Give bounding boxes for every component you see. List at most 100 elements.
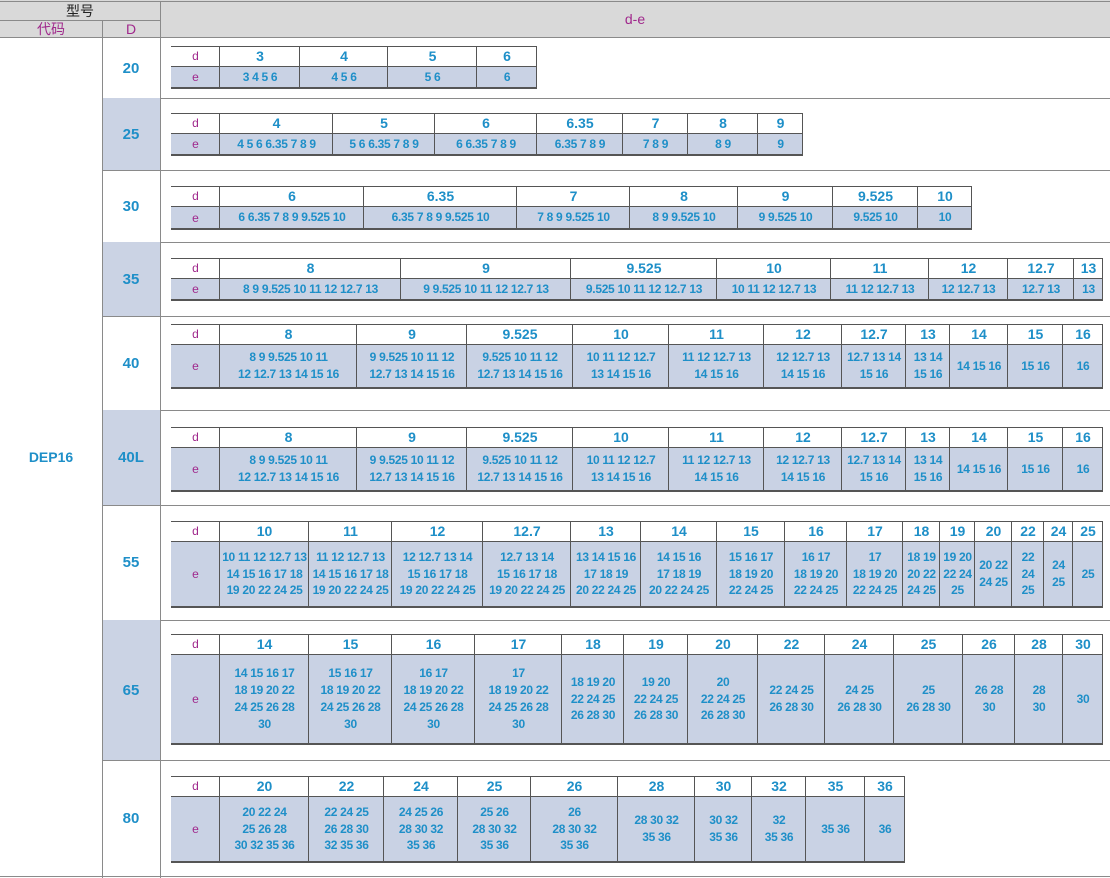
d-value-cell: 8 — [680, 188, 688, 204]
e-row-label: e — [192, 462, 199, 476]
e-values-cell: 19 20 22 24 25 — [943, 549, 972, 598]
e-values-cell: 15 16 17 18 19 20 22 24 25 26 28 30 — [320, 666, 381, 731]
de-subtable: de 4 4 5 6 6.35 7 8 9 5 5 6 6.35 7 8 9 6 6 6.3… — [171, 113, 803, 156]
d-value-cell: 7 — [569, 188, 578, 204]
e-values-cell: 13 — [1082, 281, 1095, 296]
d-value-cell: 28 — [1031, 636, 1047, 652]
e-values-cell: 11 12 12.7 13 14 15 16 — [682, 453, 751, 484]
e-values-cell: 12 12.7 13 — [941, 281, 996, 296]
e-values-cell: 32 35 36 — [764, 813, 794, 844]
d-value-cell: 9 — [482, 260, 490, 276]
d-value-cell: 36 — [877, 778, 893, 794]
de-subtable: de 8 8 9 9.525 10 11 12 12.7 13 9 9 9.525 10… — [171, 258, 1103, 301]
e-values-cell: 15 16 — [1021, 358, 1050, 373]
d-value-cell: 20 — [715, 636, 731, 652]
e-values-cell: 9 9.525 10 11 12 12.7 13 — [423, 281, 549, 296]
row-D-value: 80 — [122, 809, 140, 827]
d-value-cell: 16 — [1075, 326, 1091, 342]
header-code: 代码 — [37, 20, 65, 37]
e-values-cell: 5 6 — [424, 69, 441, 84]
subtable-bottom-line — [171, 87, 537, 89]
subtable-bottom-line — [171, 387, 1103, 389]
subtable-bottom-line — [171, 228, 972, 230]
e-values-cell: 7 8 9 — [642, 136, 669, 151]
e-row-label: e — [192, 70, 199, 84]
e-values-cell: 12 12.7 13 14 15 16 17 18 19 20 22 24 25 — [399, 549, 476, 598]
d-value-cell: 16 — [808, 523, 824, 539]
header-de: d-e — [624, 11, 646, 27]
d-value-cell: 17 — [867, 523, 883, 539]
d-value-cell: 19 — [648, 636, 664, 652]
e-values-cell: 9.525 10 11 12 12.7 13 14 15 16 — [477, 453, 563, 484]
e-values-cell: 11 12 12.7 13 — [845, 281, 915, 296]
d-value-cell: 18 — [585, 636, 601, 652]
d-value-cell: 9 — [408, 326, 416, 342]
row-D-value: 35 — [122, 270, 140, 288]
d-value-cell: 22 — [1020, 523, 1036, 539]
d-value-cell: 8 — [284, 429, 293, 445]
d-value-cell: 12 — [429, 523, 446, 539]
de-subtable: d e 8 8 9 9.525 10 11 12 12.7 13 14 15 16 9 9… — [171, 324, 1103, 389]
d-value-cell: 14 — [971, 429, 987, 445]
e-values-cell: 9.525 10 11 12 12.7 13 — [585, 281, 703, 296]
e-values-cell: 22 24 25 26 28 30 32 35 36 — [324, 804, 369, 853]
e-values-cell: 8 9 9.525 10 11 12 12.7 13 14 15 16 — [237, 350, 340, 381]
e-values-cell: 19 20 22 24 25 26 28 30 — [633, 674, 679, 723]
d-row-label: d — [192, 327, 199, 341]
d-value-cell: 9 — [781, 188, 790, 204]
e-values-cell: 9 9.525 10 11 12 12.7 13 14 15 16 — [369, 350, 455, 381]
e-values-cell: 16 17 18 19 20 22 24 25 — [793, 549, 839, 598]
d-value-cell: 6 — [482, 115, 490, 131]
d-value-cell: 6 — [503, 48, 511, 64]
subtable-bottom-line — [171, 606, 1103, 608]
d-value-cell: 7 — [651, 115, 660, 131]
d-value-cell: 12 — [960, 260, 977, 276]
row-D-value: 65 — [122, 681, 140, 699]
d-value-cell: 9.525 — [502, 326, 538, 342]
e-values-cell: 4 5 6 6.35 7 8 9 — [237, 136, 316, 151]
e-values-cell: 11 12 12.7 13 14 15 16 — [682, 350, 751, 381]
d-value-cell: 6 — [288, 188, 296, 204]
d-value-cell: 25 — [920, 636, 937, 652]
d-value-cell: 11 — [872, 260, 888, 276]
d-value-cell: 12.7 — [860, 429, 888, 445]
d-value-cell: 5 — [380, 115, 388, 131]
row-divider — [102, 170, 1110, 171]
row-divider — [102, 620, 1110, 621]
e-values-cell: 25 26 28 30 — [906, 683, 951, 714]
e-values-cell: 6 6.35 7 8 9 9.525 10 — [238, 210, 346, 225]
row-D-value: 55 — [122, 554, 140, 571]
d-value-cell: 9.525 — [626, 260, 662, 276]
e-values-cell: 8 9 9.525 10 11 12 12.7 13 14 15 16 — [237, 453, 340, 484]
e-values-cell: 12 12.7 13 14 15 16 — [776, 453, 830, 484]
header-D: D — [125, 20, 137, 37]
e-values-cell: 26 28 30 — [974, 683, 1004, 714]
e-values-cell: 14 15 16 17 18 19 20 22 24 25 — [648, 549, 710, 598]
e-values-cell: 6 — [503, 69, 511, 84]
d-value-cell: 13 — [920, 326, 936, 342]
d-value-cell: 30 — [715, 778, 732, 794]
d-value-cell: 16 — [1075, 429, 1091, 445]
d-value-cell: 16 — [425, 636, 442, 652]
e-values-cell: 10 11 12 12.7 13 14 15 16 — [586, 453, 656, 484]
d-value-cell: 6.35 — [426, 188, 455, 204]
e-values-cell: 17 18 19 20 22 24 25 — [852, 549, 898, 598]
de-subtable: d e 14 14 15 16 17 18 19 20 22 24 25 26 28 … — [171, 634, 1103, 745]
d-value-cell: 8 — [719, 115, 727, 131]
d-value-cell: 10 — [613, 429, 629, 445]
d-value-cell: 22 — [338, 778, 355, 794]
d-value-cell: 24 — [851, 636, 868, 652]
e-values-cell: 12.7 13 14 15 16 — [847, 453, 901, 484]
e-values-cell: 25 — [1081, 566, 1095, 581]
d-value-cell: 15 — [743, 523, 759, 539]
e-row-label: e — [192, 137, 199, 151]
d-value-cell: 26 — [981, 636, 997, 652]
e-values-cell: 15 16 — [1021, 461, 1050, 476]
d-value-cell: 19 — [949, 523, 966, 539]
d-value-cell: 25 — [1080, 523, 1096, 539]
e-values-cell: 18 19 20 22 24 25 26 28 30 — [570, 674, 616, 723]
d-value-cell: 15 — [342, 636, 359, 652]
row-divider — [102, 410, 1110, 411]
subtable-bottom-line — [171, 490, 1103, 492]
row-divider — [102, 316, 1110, 317]
